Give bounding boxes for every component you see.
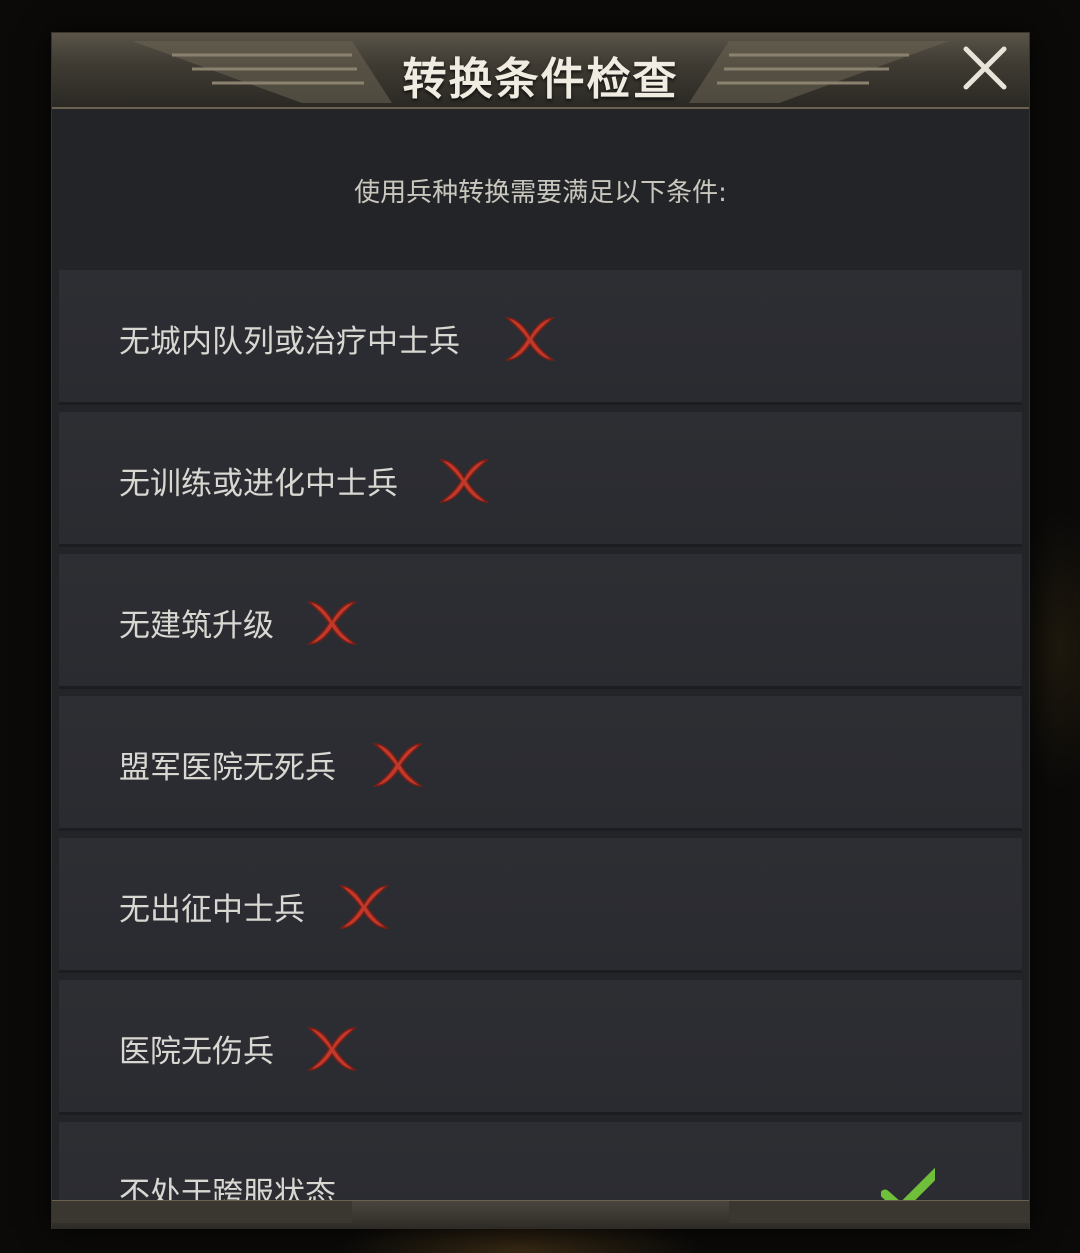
condition-row: 无建筑升级 — [59, 554, 1022, 689]
close-button[interactable] — [960, 45, 1012, 91]
condition-label: 不处于跨服状态 — [119, 1176, 336, 1200]
condition-label: 无训练或进化中士兵 — [119, 466, 398, 502]
condition-row: 无训练或进化中士兵 — [59, 412, 1022, 547]
condition-row: 盟军医院无死兵 — [59, 696, 1022, 831]
condition-label: 盟军医院无死兵 — [119, 750, 336, 786]
dialog-header: 转换条件检查 — [52, 33, 1029, 109]
fail-cross-icon — [438, 459, 490, 503]
pass-check-icon — [881, 1167, 935, 1200]
condition-row: 无出征中士兵 — [59, 838, 1022, 973]
fail-cross-icon — [306, 1027, 358, 1071]
conversion-check-dialog: 转换条件检查 使用兵种转换需要满足以下条件: 无城内队列或治疗中士兵 无训练或进… — [52, 33, 1029, 1229]
fail-cross-icon — [504, 317, 556, 361]
fail-cross-icon — [372, 743, 424, 787]
condition-label: 无城内队列或治疗中士兵 — [119, 324, 460, 360]
footer-notch — [729, 1201, 1029, 1223]
condition-label: 无出征中士兵 — [119, 892, 305, 928]
condition-label: 无建筑升级 — [119, 608, 274, 644]
condition-row: 不处于跨服状态 — [59, 1122, 1022, 1200]
dialog-subtitle: 使用兵种转换需要满足以下条件: — [354, 178, 727, 208]
condition-row: 无城内队列或治疗中士兵 — [59, 270, 1022, 405]
fail-cross-icon — [338, 885, 390, 929]
conditions-list: 无城内队列或治疗中士兵 无训练或进化中士兵 无建筑升级 盟军医院无死兵 无出征中 — [59, 270, 1022, 1200]
condition-label: 医院无伤兵 — [119, 1034, 274, 1070]
fail-cross-icon — [306, 601, 358, 645]
condition-row: 医院无伤兵 — [59, 980, 1022, 1115]
dialog-footer-bar — [52, 1200, 1029, 1229]
footer-notch — [52, 1201, 352, 1223]
close-icon — [963, 46, 1007, 90]
dialog-title: 转换条件检查 — [402, 54, 679, 105]
